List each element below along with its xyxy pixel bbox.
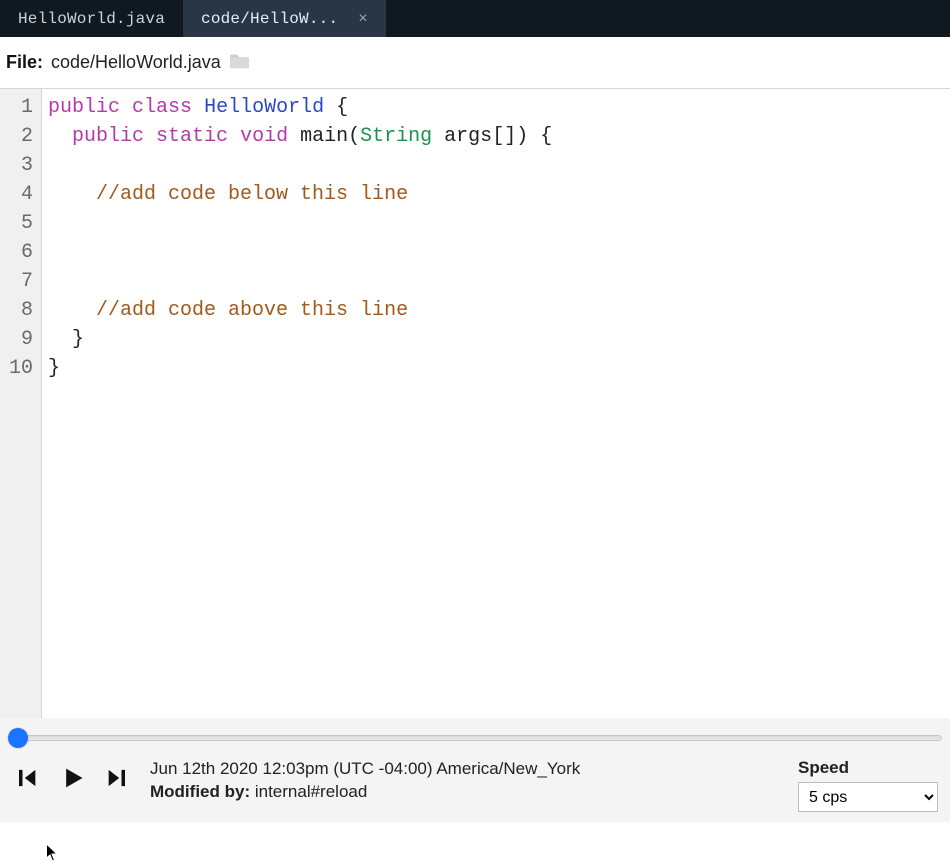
token-kw: public xyxy=(72,125,144,148)
token-punc: } xyxy=(48,357,60,380)
token-comment: //add code below this line xyxy=(96,183,408,206)
speed-select[interactable]: 5 cps xyxy=(798,782,938,812)
token-sp xyxy=(288,125,300,148)
scrubber-track[interactable] xyxy=(8,735,942,741)
token-ident: args xyxy=(444,125,492,148)
speed-control: Speed 5 cps xyxy=(798,758,938,812)
tab-0[interactable]: HelloWorld.java xyxy=(0,0,183,37)
token-sp xyxy=(192,96,204,119)
token-sp xyxy=(120,96,132,119)
code-line[interactable] xyxy=(48,267,950,296)
line-number: 3 xyxy=(0,151,41,180)
token-punc: []) xyxy=(492,125,528,148)
token-type: String xyxy=(360,125,432,148)
close-icon[interactable]: × xyxy=(358,10,368,28)
line-number: 10 xyxy=(0,354,41,383)
token-sp xyxy=(228,125,240,148)
code-line[interactable]: } xyxy=(48,354,950,383)
code-editor[interactable]: 12345678910 public class HelloWorld { pu… xyxy=(0,88,950,718)
code-area[interactable]: public class HelloWorld { public static … xyxy=(42,89,950,718)
line-number: 4 xyxy=(0,180,41,209)
token-comment: //add code above this line xyxy=(96,299,408,322)
file-label: File: xyxy=(6,52,43,73)
line-number: 1 xyxy=(0,93,41,122)
code-line[interactable]: //add code below this line xyxy=(48,180,950,209)
token-sp xyxy=(432,125,444,148)
code-line[interactable]: public static void main(String args[]) { xyxy=(48,122,950,151)
transport-controls xyxy=(12,758,132,792)
token-ident: main xyxy=(300,125,348,148)
token-punc: } xyxy=(72,328,84,351)
playback-meta: Jun 12th 2020 12:03pm (UTC -04:00) Ameri… xyxy=(150,758,780,804)
file-info-row: File: code/HelloWorld.java xyxy=(0,37,950,88)
speed-label: Speed xyxy=(798,758,938,778)
line-number: 2 xyxy=(0,122,41,151)
token-sp xyxy=(324,96,336,119)
tab-label: HelloWorld.java xyxy=(18,10,165,28)
playback-timestamp: Jun 12th 2020 12:03pm (UTC -04:00) Ameri… xyxy=(150,758,780,781)
code-line[interactable] xyxy=(48,151,950,180)
line-number-gutter: 12345678910 xyxy=(0,89,42,718)
play-button[interactable] xyxy=(58,764,86,792)
modified-by-label: Modified by: xyxy=(150,782,250,801)
token-punc: { xyxy=(540,125,552,148)
token-kw: void xyxy=(240,125,288,148)
token-sp xyxy=(48,125,72,148)
code-line[interactable] xyxy=(48,209,950,238)
token-sp xyxy=(48,154,96,177)
skip-back-button[interactable] xyxy=(12,764,40,792)
tab-label: code/HelloW... xyxy=(201,10,338,28)
line-number: 6 xyxy=(0,238,41,267)
token-punc: { xyxy=(336,96,348,119)
tab-bar: HelloWorld.java code/HelloW... × xyxy=(0,0,950,37)
playback-scrubber[interactable] xyxy=(8,726,942,750)
line-number: 8 xyxy=(0,296,41,325)
line-number: 7 xyxy=(0,267,41,296)
token-sp xyxy=(144,125,156,148)
playback-panel: Jun 12th 2020 12:03pm (UTC -04:00) Ameri… xyxy=(0,718,950,822)
token-sp xyxy=(48,183,96,206)
scrubber-thumb[interactable] xyxy=(8,728,28,748)
modified-by-value: internal#reload xyxy=(255,782,367,801)
tab-1[interactable]: code/HelloW... × xyxy=(183,0,386,37)
token-class: HelloWorld xyxy=(204,96,324,119)
line-number: 9 xyxy=(0,325,41,354)
token-punc: ( xyxy=(348,125,360,148)
mouse-cursor-icon xyxy=(46,844,59,862)
code-line[interactable]: } xyxy=(48,325,950,354)
token-kw: class xyxy=(132,96,192,119)
token-sp xyxy=(48,299,96,322)
token-sp xyxy=(48,328,72,351)
code-line[interactable]: public class HelloWorld { xyxy=(48,93,950,122)
code-line[interactable] xyxy=(48,238,950,267)
token-kw: static xyxy=(156,125,228,148)
token-sp xyxy=(528,125,540,148)
line-number: 5 xyxy=(0,209,41,238)
folder-icon[interactable] xyxy=(229,51,251,74)
file-path: code/HelloWorld.java xyxy=(51,52,221,73)
skip-forward-button[interactable] xyxy=(104,764,132,792)
token-kw: public xyxy=(48,96,120,119)
code-line[interactable]: //add code above this line xyxy=(48,296,950,325)
